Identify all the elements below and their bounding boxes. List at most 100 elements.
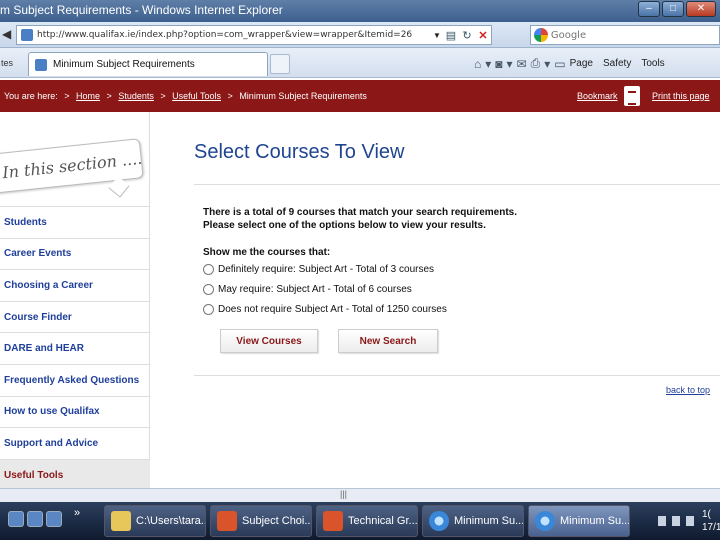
sidebar-item-dare-and-hear[interactable]: DARE and HEAR bbox=[0, 332, 150, 364]
quick-launch-icon[interactable] bbox=[46, 511, 62, 527]
sidebar-item-course-finder[interactable]: Course Finder bbox=[0, 300, 150, 333]
breadcrumb-separator: > bbox=[227, 91, 233, 101]
tools-menu[interactable]: Tools bbox=[641, 58, 664, 69]
sidebar-item-how-to-use[interactable]: How to use Qualifax bbox=[0, 395, 150, 428]
refresh-icon[interactable]: ↻ bbox=[459, 29, 475, 42]
ie-icon bbox=[429, 511, 449, 531]
tab-row: tes Minimum Subject Requirements ⌂ ▾ ◙ ▾… bbox=[0, 48, 720, 78]
compatibility-icon[interactable]: ▤ bbox=[443, 29, 459, 42]
clock[interactable]: 1( 17/1 bbox=[702, 508, 720, 534]
sidebar-item-useful-tools[interactable]: Useful Tools bbox=[0, 458, 150, 491]
view-courses-button[interactable]: View Courses bbox=[220, 329, 318, 353]
home-icon[interactable]: ⌂ bbox=[474, 57, 481, 71]
breadcrumb-home[interactable]: Home bbox=[76, 91, 100, 101]
taskbar-item-subject-choice[interactable]: Subject Choi... bbox=[210, 505, 312, 537]
show-me-label: Show me the courses that: bbox=[203, 247, 331, 258]
radio-does-not-require[interactable] bbox=[203, 304, 214, 315]
breadcrumb-separator: > bbox=[160, 91, 166, 101]
new-tab-button[interactable] bbox=[270, 54, 290, 74]
sidebar-item-faq[interactable]: Frequently Asked Questions bbox=[0, 363, 150, 396]
print-page-icon[interactable] bbox=[624, 86, 640, 106]
radio-may-require[interactable] bbox=[203, 284, 214, 295]
breadcrumb-separator: > bbox=[106, 91, 112, 101]
google-logo-icon bbox=[534, 28, 548, 42]
sidebar-item-students[interactable]: Students bbox=[0, 206, 150, 238]
volume-icon[interactable] bbox=[672, 516, 680, 526]
feeds-icon[interactable]: ◙ bbox=[495, 57, 502, 71]
option-label: Definitely require: Subject Art - Total … bbox=[218, 264, 435, 275]
address-dropdown-icon[interactable]: ▼ bbox=[431, 31, 443, 40]
breadcrumb: You are here: > Home > Students > Useful… bbox=[4, 91, 367, 101]
address-url[interactable]: http://www.qualifax.ie/index.php?option=… bbox=[37, 30, 431, 40]
taskbar-item-minimum-2[interactable]: Minimum Su... bbox=[528, 505, 630, 537]
tab-label: Minimum Subject Requirements bbox=[53, 59, 195, 70]
safety-menu[interactable]: Safety bbox=[603, 58, 631, 69]
option-does-not-require[interactable]: Does not require Subject Art - Total of … bbox=[203, 304, 447, 315]
site-favicon-icon bbox=[21, 29, 33, 41]
taskbar-item-label: Minimum Su... bbox=[560, 515, 630, 527]
print-page-link[interactable]: Print this page bbox=[652, 91, 710, 101]
breadcrumb-useful-tools[interactable]: Useful Tools bbox=[172, 91, 221, 101]
taskbar-item-label: C:\Users\tara... bbox=[136, 515, 206, 527]
minimize-icon[interactable]: – bbox=[638, 1, 660, 17]
sidebar: In this section .... Students Career Eve… bbox=[0, 112, 150, 491]
taskbar-item-explorer[interactable]: C:\Users\tara... bbox=[104, 505, 206, 537]
status-bar: ||| bbox=[0, 488, 720, 502]
battery-icon[interactable] bbox=[686, 516, 694, 526]
sidebar-item-career-events[interactable]: Career Events bbox=[0, 237, 150, 270]
window-titlebar: m Subject Requirements - Windows Interne… bbox=[0, 0, 720, 22]
option-label: May require: Subject Art - Total of 6 co… bbox=[218, 284, 412, 295]
taskbar-item-label: Technical Gr... bbox=[348, 515, 418, 527]
site-header-bar: You are here: > Home > Students > Useful… bbox=[0, 80, 720, 112]
taskbar-item-technical[interactable]: Technical Gr... bbox=[316, 505, 418, 537]
sidebar-nav: Students Career Events Choosing a Career… bbox=[0, 206, 150, 491]
scrollbar-grip-icon[interactable]: ||| bbox=[340, 489, 347, 499]
quick-launch: » bbox=[8, 507, 80, 527]
option-definitely-require[interactable]: Definitely require: Subject Art - Total … bbox=[203, 264, 434, 275]
powerpoint-icon bbox=[217, 511, 237, 531]
option-may-require[interactable]: May require: Subject Art - Total of 6 co… bbox=[203, 284, 412, 295]
system-tray: 1( 17/1 bbox=[654, 506, 720, 536]
network-icon[interactable] bbox=[658, 516, 666, 526]
mail-icon[interactable]: ✉ bbox=[517, 57, 527, 71]
tab-minimum-subject-requirements[interactable]: Minimum Subject Requirements bbox=[28, 52, 268, 76]
show-desktop-icon[interactable] bbox=[8, 511, 24, 527]
section-heading-bubble: In this section .... bbox=[0, 122, 150, 194]
back-to-top-link[interactable]: back to top bbox=[666, 385, 710, 395]
back-arrow-icon[interactable]: ◀ bbox=[2, 27, 11, 41]
bookmark-link[interactable]: Bookmark bbox=[577, 91, 618, 101]
option-label: Does not require Subject Art - Total of … bbox=[218, 304, 447, 315]
quick-launch-more[interactable]: » bbox=[74, 507, 90, 523]
favorites-partial-label[interactable]: tes bbox=[1, 58, 13, 68]
ie-icon bbox=[535, 511, 555, 531]
page-menu[interactable]: Page bbox=[570, 58, 593, 69]
clock-date: 17/1 bbox=[702, 522, 720, 533]
breadcrumb-students[interactable]: Students bbox=[118, 91, 154, 101]
window-title: m Subject Requirements - Windows Interne… bbox=[0, 3, 283, 17]
taskbar-item-label: Minimum Su... bbox=[454, 515, 524, 527]
taskbar-item-minimum-1[interactable]: Minimum Su... bbox=[422, 505, 524, 537]
main-content: Select Courses To View There is a total … bbox=[150, 112, 720, 488]
search-box[interactable] bbox=[530, 25, 720, 45]
print-icon[interactable]: ⎙ bbox=[531, 56, 541, 71]
maximize-icon[interactable]: □ bbox=[662, 1, 684, 17]
sidebar-item-support[interactable]: Support and Advice bbox=[0, 427, 150, 459]
tray-icons bbox=[658, 516, 694, 526]
dropdown-icon[interactable]: ▾ bbox=[544, 57, 550, 71]
stop-icon[interactable]: ✕ bbox=[475, 29, 491, 42]
address-row: ◀ http://www.qualifax.ie/index.php?optio… bbox=[0, 22, 720, 48]
new-search-button[interactable]: New Search bbox=[338, 329, 438, 353]
results-message-line2: Please select one of the options below t… bbox=[203, 220, 486, 231]
tab-favicon-icon bbox=[35, 58, 47, 71]
window-controls: – □ ✕ bbox=[638, 1, 716, 17]
address-bar[interactable]: http://www.qualifax.ie/index.php?option=… bbox=[16, 25, 492, 45]
dropdown-icon[interactable]: ▾ bbox=[507, 57, 513, 71]
dropdown-icon[interactable]: ▾ bbox=[485, 57, 491, 71]
command-bar: ⌂ ▾ ◙ ▾ ✉ ⎙ ▾ ▭ Page Safety Tools bbox=[474, 56, 671, 71]
radio-definitely-require[interactable] bbox=[203, 264, 214, 275]
sidebar-item-choosing-a-career[interactable]: Choosing a Career bbox=[0, 269, 150, 301]
close-window-icon[interactable]: ✕ bbox=[686, 1, 716, 17]
divider bbox=[194, 375, 720, 376]
search-input[interactable] bbox=[550, 29, 719, 41]
quick-launch-icon[interactable] bbox=[27, 511, 43, 527]
